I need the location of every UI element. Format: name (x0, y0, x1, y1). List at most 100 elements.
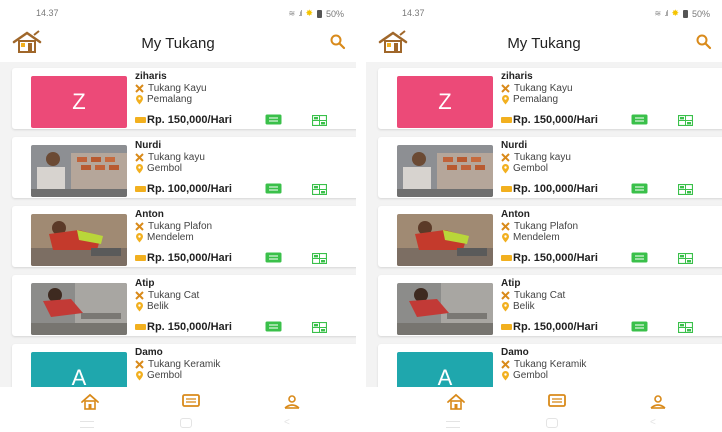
system-home-icon[interactable] (180, 418, 192, 428)
charging-icon: ✸ (305, 8, 313, 18)
list-item[interactable]: A Damo Tukang Keramik Gembol (378, 344, 722, 387)
price-text: Rp. 150,000/Hari (513, 114, 598, 126)
tukang-list[interactable]: Z ziharis Tukang Kayu Pemalang Rp. 150,0… (366, 66, 722, 387)
calendar-icon[interactable] (312, 253, 327, 264)
chat-icon[interactable] (265, 252, 282, 263)
tukang-location: Belik (513, 301, 535, 312)
list-item[interactable]: Atip Tukang Cat Belik Rp. 150,000/Hari (378, 275, 722, 336)
tukang-name: ziharis (501, 71, 533, 82)
calendar-icon[interactable] (312, 115, 327, 126)
list-item[interactable]: Nurdi Tukang kayu Gembol Rp. 100,000/Har… (12, 137, 356, 198)
list-item[interactable]: Anton Tukang Plafon Mendelem Rp. 150,000… (12, 206, 356, 267)
tukang-skill: Tukang Kayu (148, 83, 207, 94)
calendar-icon[interactable] (678, 322, 693, 333)
tukang-skill: Tukang Cat (514, 290, 566, 301)
profile-icon[interactable] (648, 394, 668, 410)
battery-icon (682, 9, 688, 18)
status-bar: 14.37 ≋ .ıl ✸ 50% (366, 0, 722, 24)
tools-icon (501, 222, 510, 231)
worker-photo (31, 283, 127, 335)
calendar-icon[interactable] (678, 115, 693, 126)
back-icon[interactable]: < (650, 417, 656, 428)
chat-icon[interactable] (265, 114, 282, 125)
chat-icon[interactable] (631, 321, 648, 332)
chat-icon[interactable] (265, 321, 282, 332)
worker-photo (31, 145, 127, 197)
status-icons: ≋ .ıl ✸ 50% (289, 8, 345, 19)
tools-icon (501, 84, 510, 93)
status-bar: 14.37 ≋ .ıl ✸ 50% (0, 0, 356, 24)
recent-apps-icon[interactable] (80, 421, 94, 428)
tukang-name: Anton (135, 209, 164, 220)
calendar-icon[interactable] (678, 253, 693, 264)
chat-icon[interactable] (631, 252, 648, 263)
bottom-nav: < (366, 387, 722, 432)
list-item[interactable]: Z ziharis Tukang Kayu Pemalang Rp. 150,0… (12, 68, 356, 129)
home-icon[interactable] (80, 393, 100, 411)
tukang-name: Atip (501, 278, 521, 289)
tools-icon (501, 360, 510, 369)
tukang-location: Gembol (513, 163, 549, 174)
calendar-icon[interactable] (312, 322, 327, 333)
price: Rp. 150,000/Hari (501, 252, 598, 264)
chat-icon[interactable] (631, 114, 648, 125)
battery-level: 50% (691, 8, 710, 19)
tukang-name: Nurdi (501, 140, 528, 151)
calendar-icon[interactable] (678, 184, 693, 195)
location-pin-icon (136, 370, 143, 380)
system-nav-bar: < (0, 417, 356, 428)
chat-icon[interactable] (631, 183, 648, 194)
avatar (397, 214, 493, 266)
price: Rp. 150,000/Hari (501, 114, 598, 126)
tukang-location: Pemalang (147, 94, 193, 105)
location-pin-icon (136, 94, 143, 104)
tukang-list[interactable]: Z ziharis Tukang Kayu Pemalang Rp. 150,0… (0, 66, 356, 387)
list-item[interactable]: Nurdi Tukang kayu Gembol Rp. 100,000/Har… (378, 137, 722, 198)
avatar: A (31, 352, 127, 387)
tukang-name: ziharis (135, 71, 167, 82)
tools-icon (135, 291, 144, 300)
tukang-skill: Tukang Keramik (514, 359, 587, 370)
location-pin-icon (136, 163, 143, 173)
tukang-location: Belik (147, 301, 169, 312)
tukang-skill: Tukang Plafon (148, 221, 213, 232)
list-item[interactable]: A Damo Tukang Keramik Gembol (12, 344, 356, 387)
chat-icon[interactable] (180, 394, 202, 408)
list-item[interactable]: Z ziharis Tukang Kayu Pemalang Rp. 150,0… (378, 68, 722, 129)
chat-icon[interactable] (546, 394, 568, 408)
money-icon (135, 324, 146, 330)
list-item[interactable]: Atip Tukang Cat Belik Rp. 150,000/Hari (12, 275, 356, 336)
list-item[interactable]: Anton Tukang Plafon Mendelem Rp. 150,000… (378, 206, 722, 267)
charging-icon: ✸ (671, 8, 679, 18)
chat-icon[interactable] (265, 183, 282, 194)
tools-icon (501, 291, 510, 300)
tukang-location: Gembol (513, 370, 549, 381)
location-pin-icon (136, 301, 143, 311)
search-icon[interactable] (328, 32, 348, 52)
system-home-icon[interactable] (546, 418, 558, 428)
tukang-name: Nurdi (135, 140, 162, 151)
tukang-skill: Tukang kayu (514, 152, 571, 163)
price: Rp. 150,000/Hari (135, 114, 232, 126)
money-icon (501, 324, 512, 330)
location-pin-icon (502, 163, 509, 173)
price-text: Rp. 150,000/Hari (147, 252, 232, 264)
location-pin-icon (136, 232, 143, 242)
avatar (31, 283, 127, 335)
tukang-location: Mendelem (513, 232, 560, 243)
location-pin-icon (502, 301, 509, 311)
tools-icon (501, 153, 510, 162)
profile-icon[interactable] (282, 394, 302, 410)
back-icon[interactable]: < (284, 417, 290, 428)
search-icon[interactable] (694, 32, 714, 52)
calendar-icon[interactable] (312, 184, 327, 195)
recent-apps-icon[interactable] (446, 421, 460, 428)
avatar (31, 214, 127, 266)
money-icon (135, 186, 146, 192)
page-title: My Tukang (141, 35, 215, 52)
wifi-icon: ≋ (654, 9, 662, 18)
home-icon[interactable] (446, 393, 466, 411)
price: Rp. 100,000/Hari (135, 183, 232, 195)
worker-photo (397, 283, 493, 335)
phone-screen-left: 14.37 ≋ .ıl ✸ 50% My Tukang Z ziharis Tu… (0, 0, 356, 432)
